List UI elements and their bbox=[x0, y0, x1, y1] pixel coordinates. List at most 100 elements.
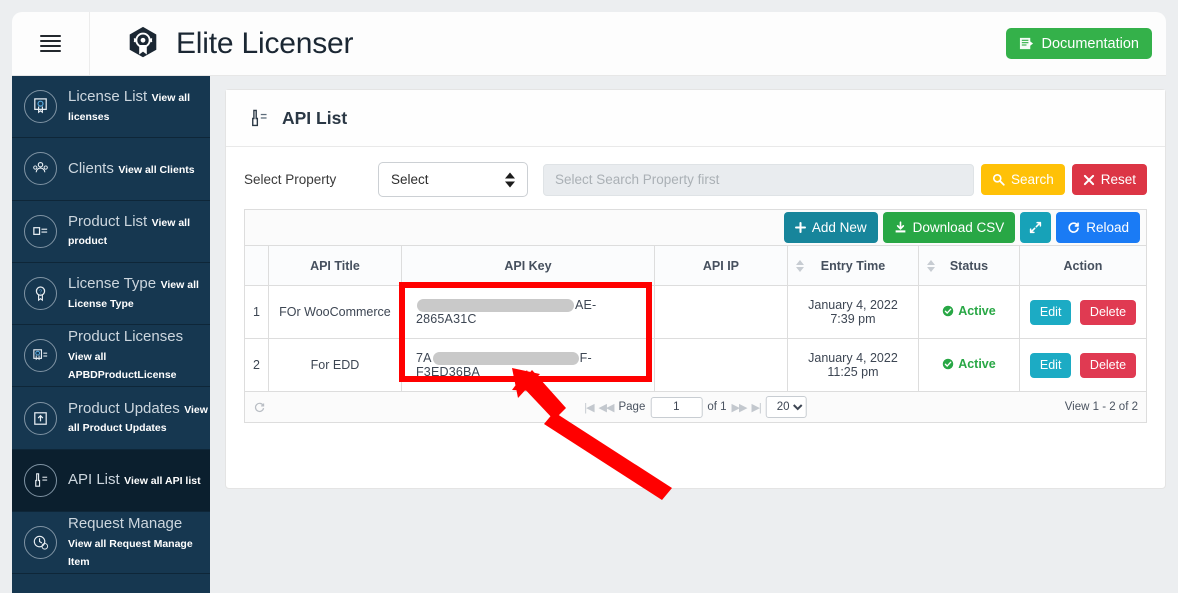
clients-group-icon bbox=[24, 152, 57, 186]
cell-status: Active bbox=[917, 338, 1020, 392]
col-action: Action bbox=[1018, 245, 1148, 286]
license-certificate-icon bbox=[24, 90, 57, 124]
page-input[interactable] bbox=[650, 396, 703, 418]
reset-button-label: Reset bbox=[1100, 172, 1136, 187]
cell-action: Edit Delete bbox=[1018, 338, 1148, 392]
first-page-icon[interactable]: |◀ bbox=[584, 401, 594, 414]
next-page-icon[interactable]: ▶▶ bbox=[732, 401, 748, 414]
hamburger-icon bbox=[40, 32, 61, 55]
cell-entry-time: January 4, 2022 7:39 pm bbox=[786, 285, 919, 339]
api-list-card: API List Select Property Select Search bbox=[225, 89, 1166, 489]
top-bar: Elite Licenser Documentation bbox=[12, 12, 1166, 76]
delete-button[interactable]: Delete bbox=[1079, 299, 1137, 325]
reload-button[interactable]: Reload bbox=[1056, 212, 1140, 243]
license-type-icon: ? bbox=[24, 277, 57, 311]
row-index: 2 bbox=[244, 338, 269, 392]
sidebar-item-sublabel: View all API list bbox=[124, 475, 201, 488]
redaction-bar bbox=[416, 299, 574, 313]
sidebar-item-license-type[interactable]: ? License Type View all License Type bbox=[12, 263, 210, 326]
plus-icon bbox=[794, 222, 806, 233]
reset-button[interactable]: Reset bbox=[1071, 164, 1147, 195]
last-page-icon[interactable]: ▶| bbox=[751, 401, 761, 414]
sort-icon[interactable] bbox=[926, 259, 935, 272]
sidebar-item-label: License Type bbox=[68, 275, 157, 293]
expand-button[interactable] bbox=[1020, 212, 1052, 243]
col-status-label: Status bbox=[949, 258, 989, 273]
select-property-label: Select Property bbox=[244, 172, 337, 187]
product-updates-icon bbox=[24, 401, 57, 435]
col-status[interactable]: Status bbox=[917, 245, 1020, 286]
download-csv-button[interactable]: Download CSV bbox=[882, 212, 1016, 243]
select-property-dropdown[interactable]: Select bbox=[378, 162, 528, 197]
card-title: API List bbox=[282, 107, 348, 128]
view-summary: View 1 - 2 of 2 bbox=[1064, 401, 1138, 413]
add-new-label: Add New bbox=[811, 220, 867, 235]
page-size-select[interactable]: 20 bbox=[765, 396, 807, 418]
prev-page-icon[interactable]: ◀◀ bbox=[599, 401, 615, 414]
sidebar-item-product-licenses[interactable]: Product Licenses View all APBDProductLic… bbox=[12, 325, 210, 388]
sidebar-item-license-list[interactable]: License List View all licenses bbox=[12, 76, 210, 139]
check-circle-icon bbox=[942, 358, 954, 370]
documentation-button[interactable]: Documentation bbox=[1006, 28, 1152, 59]
sidebar-item-api-list[interactable]: API List View all API list bbox=[12, 449, 210, 513]
add-new-button[interactable]: Add New bbox=[783, 212, 878, 243]
sidebar-item-label: API List bbox=[68, 471, 120, 489]
sort-icon[interactable] bbox=[795, 259, 804, 272]
expand-arrows-icon bbox=[1030, 221, 1042, 234]
sidebar-item-sublabel: View all Request Manage Item bbox=[68, 537, 193, 568]
sidebar-item-label: Product Updates bbox=[68, 399, 180, 417]
magnifier-icon bbox=[992, 173, 1005, 186]
card-header: API List bbox=[226, 90, 1165, 147]
table-header-row: API Title API Key API IP Entry Time Stat… bbox=[244, 245, 1148, 286]
status-badge: Active bbox=[942, 304, 996, 318]
table-row: 1 FOr WooCommerce AE-2865A31C January 4,… bbox=[244, 285, 1148, 339]
grid-table-wrapper: API Title API Key API IP Entry Time Stat… bbox=[244, 245, 1148, 392]
api-key-prefix: 7A bbox=[415, 350, 432, 365]
cell-api-key: AE-2865A31C bbox=[400, 285, 655, 339]
col-entry-time[interactable]: Entry Time bbox=[786, 245, 919, 286]
search-button[interactable]: Search bbox=[980, 164, 1065, 195]
sidebar-item-product-list[interactable]: Product List View all product bbox=[12, 201, 210, 263]
documentation-icon bbox=[1020, 37, 1034, 50]
documentation-label: Documentation bbox=[1041, 35, 1139, 52]
page-of-label: of 1 bbox=[707, 401, 727, 413]
sidebar-item-label: Product List bbox=[68, 212, 148, 230]
edit-button[interactable]: Edit bbox=[1029, 299, 1072, 325]
product-list-icon bbox=[24, 214, 57, 248]
col-api-title: API Title bbox=[267, 245, 402, 286]
product-licenses-icon bbox=[24, 339, 57, 373]
refresh-icon bbox=[1068, 222, 1080, 233]
search-input[interactable] bbox=[543, 163, 974, 196]
api-table: API Title API Key API IP Entry Time Stat… bbox=[244, 245, 1148, 392]
app-root: Elite Licenser Documentation License Lis… bbox=[0, 0, 1178, 593]
sidebar-item-product-updates[interactable]: Product Updates View all Product Updates bbox=[12, 387, 210, 450]
pagination: |◀ ◀◀ Page of 1 ▶▶ ▶| 20 bbox=[584, 396, 807, 418]
status-label: Active bbox=[958, 357, 996, 371]
col-api-ip: API IP bbox=[653, 245, 788, 286]
api-list-icon bbox=[24, 463, 57, 497]
sidebar-item-sublabel: View all APBDProductLicense bbox=[68, 350, 177, 382]
cell-api-ip bbox=[653, 285, 788, 339]
row-index: 1 bbox=[244, 285, 269, 339]
delete-button[interactable]: Delete bbox=[1079, 352, 1137, 378]
sidebar-item-clients[interactable]: Clients View all Clients bbox=[12, 138, 210, 201]
sidebar-item-label: Clients bbox=[68, 159, 114, 177]
edit-button[interactable]: Edit bbox=[1029, 352, 1072, 378]
refresh-small-icon[interactable] bbox=[253, 401, 266, 414]
col-index bbox=[244, 245, 269, 286]
select-property-value: Select bbox=[391, 172, 429, 187]
svg-text:?: ? bbox=[39, 290, 42, 296]
search-button-label: Search bbox=[1010, 172, 1054, 187]
sidebar-item-request-manage[interactable]: Request Manage View all Request Manage I… bbox=[12, 512, 210, 575]
status-badge: Active bbox=[942, 357, 996, 371]
cross-icon bbox=[1083, 174, 1094, 185]
page-label: Page bbox=[618, 401, 646, 413]
page-title: Elite Licenser bbox=[176, 26, 354, 60]
cell-action: Edit Delete bbox=[1018, 285, 1148, 339]
menu-toggle-button[interactable] bbox=[12, 12, 90, 75]
cell-api-title: FOr WooCommerce bbox=[267, 285, 402, 339]
status-label: Active bbox=[958, 304, 996, 318]
cell-api-ip bbox=[653, 338, 788, 392]
sidebar-item-label: License List bbox=[68, 88, 148, 106]
redaction-bar bbox=[432, 352, 579, 366]
